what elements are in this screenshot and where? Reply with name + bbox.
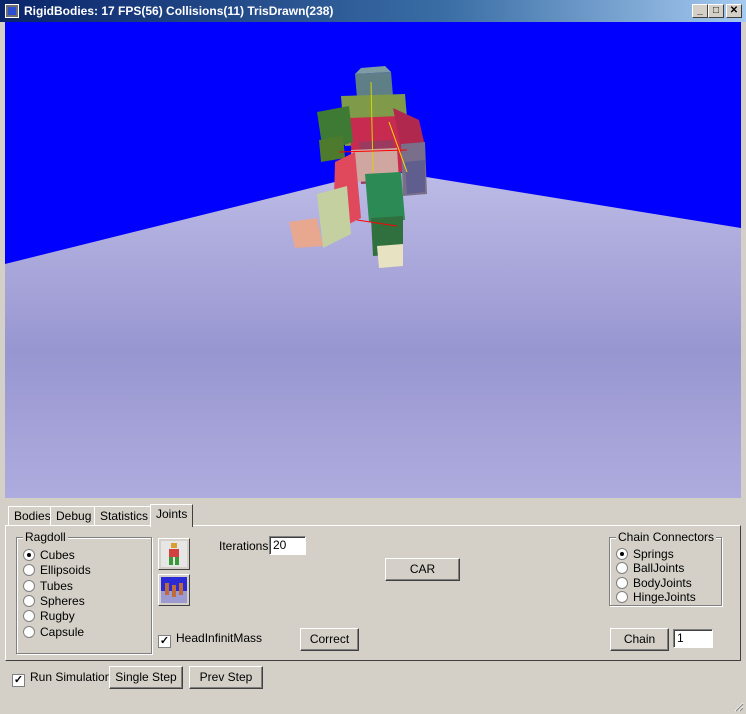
resize-grip-icon[interactable]: [732, 700, 744, 712]
close-button[interactable]: ✕: [726, 4, 742, 18]
radio-label: HingeJoints: [633, 590, 696, 604]
radio-hingejoints[interactable]: HingeJoints: [616, 590, 696, 604]
chain-count-input[interactable]: 1: [673, 629, 713, 648]
tab-debug[interactable]: Debug: [50, 506, 98, 526]
ragdoll-group-title: Ragdoll: [23, 530, 68, 544]
radio-label: Rugby: [40, 609, 75, 623]
radio-indicator[interactable]: [23, 580, 35, 592]
radio-balljoints[interactable]: BallJoints: [616, 561, 684, 575]
radio-label: Tubes: [40, 579, 73, 593]
chain-button[interactable]: Chain: [610, 628, 669, 651]
correct-button[interactable]: Correct: [300, 628, 359, 651]
radio-ellipsoids[interactable]: Ellipsoids: [23, 563, 91, 577]
car-button[interactable]: CAR: [385, 558, 460, 581]
maximize-button[interactable]: □: [708, 4, 724, 18]
radio-cubes[interactable]: Cubes: [23, 548, 75, 562]
radio-indicator[interactable]: [23, 595, 35, 607]
title-bar[interactable]: RigidBodies: 17 FPS(56) Collisions(11) T…: [0, 0, 746, 22]
radio-indicator[interactable]: [23, 610, 35, 622]
ragdoll-preview-button[interactable]: [158, 538, 190, 570]
head-infinit-mass-checkbox[interactable]: ✓ HeadInfinitMass: [158, 631, 262, 648]
radio-indicator[interactable]: [23, 549, 35, 561]
checkbox-label: Run Simulation: [30, 670, 112, 684]
radio-label: Spheres: [40, 594, 85, 608]
iterations-label: Iterations: [219, 539, 269, 553]
checkbox-indicator[interactable]: ✓: [12, 674, 25, 687]
radio-springs[interactable]: Springs: [616, 547, 674, 561]
chain-connectors-title: Chain Connectors: [616, 530, 717, 544]
single-step-button[interactable]: Single Step: [109, 666, 183, 689]
run-simulation-checkbox[interactable]: ✓ Run Simulation: [12, 670, 111, 687]
radio-rugby[interactable]: Rugby: [23, 609, 75, 623]
checkbox-indicator[interactable]: ✓: [158, 635, 171, 648]
app-icon[interactable]: [5, 4, 19, 18]
radio-spheres[interactable]: Spheres: [23, 594, 85, 608]
radio-label: BallJoints: [633, 561, 685, 575]
prev-step-button[interactable]: Prev Step: [189, 666, 263, 689]
radio-label: BodyJoints: [633, 576, 692, 590]
radio-label: Cubes: [40, 548, 75, 562]
radio-label: Springs: [633, 547, 674, 561]
radio-label: Capsule: [40, 625, 85, 639]
window-title: RigidBodies: 17 FPS(56) Collisions(11) T…: [24, 4, 334, 18]
tab-joints[interactable]: Joints: [150, 504, 194, 527]
chain-preview-button[interactable]: [158, 574, 190, 606]
chain-thumbnail-icon: [161, 577, 187, 603]
radio-indicator[interactable]: [616, 577, 628, 589]
ragdoll-group: Ragdoll Cubes Ellipsoids Tubes Spheres R…: [16, 530, 152, 654]
chain-connectors-group: Chain Connectors Springs BallJoints Body…: [609, 530, 722, 606]
radio-label: Ellipsoids: [40, 563, 91, 577]
iterations-input[interactable]: 20: [269, 536, 306, 555]
ragdoll-thumbnail-icon: [161, 541, 187, 567]
radio-indicator[interactable]: [23, 564, 35, 576]
tab-statistics[interactable]: Statistics: [94, 506, 155, 526]
radio-bodyjoints[interactable]: BodyJoints: [616, 576, 692, 590]
radio-indicator[interactable]: [616, 548, 628, 560]
checkbox-label: HeadInfinitMass: [176, 631, 263, 645]
joints-panel: Ragdoll Cubes Ellipsoids Tubes Spheres R…: [5, 525, 741, 661]
radio-indicator[interactable]: [616, 562, 628, 574]
3d-viewport[interactable]: [5, 22, 741, 498]
minimize-button[interactable]: _: [692, 4, 708, 18]
radio-tubes[interactable]: Tubes: [23, 579, 73, 593]
radio-indicator[interactable]: [616, 591, 628, 603]
radio-indicator[interactable]: [23, 626, 35, 638]
radio-capsule[interactable]: Capsule: [23, 625, 84, 639]
